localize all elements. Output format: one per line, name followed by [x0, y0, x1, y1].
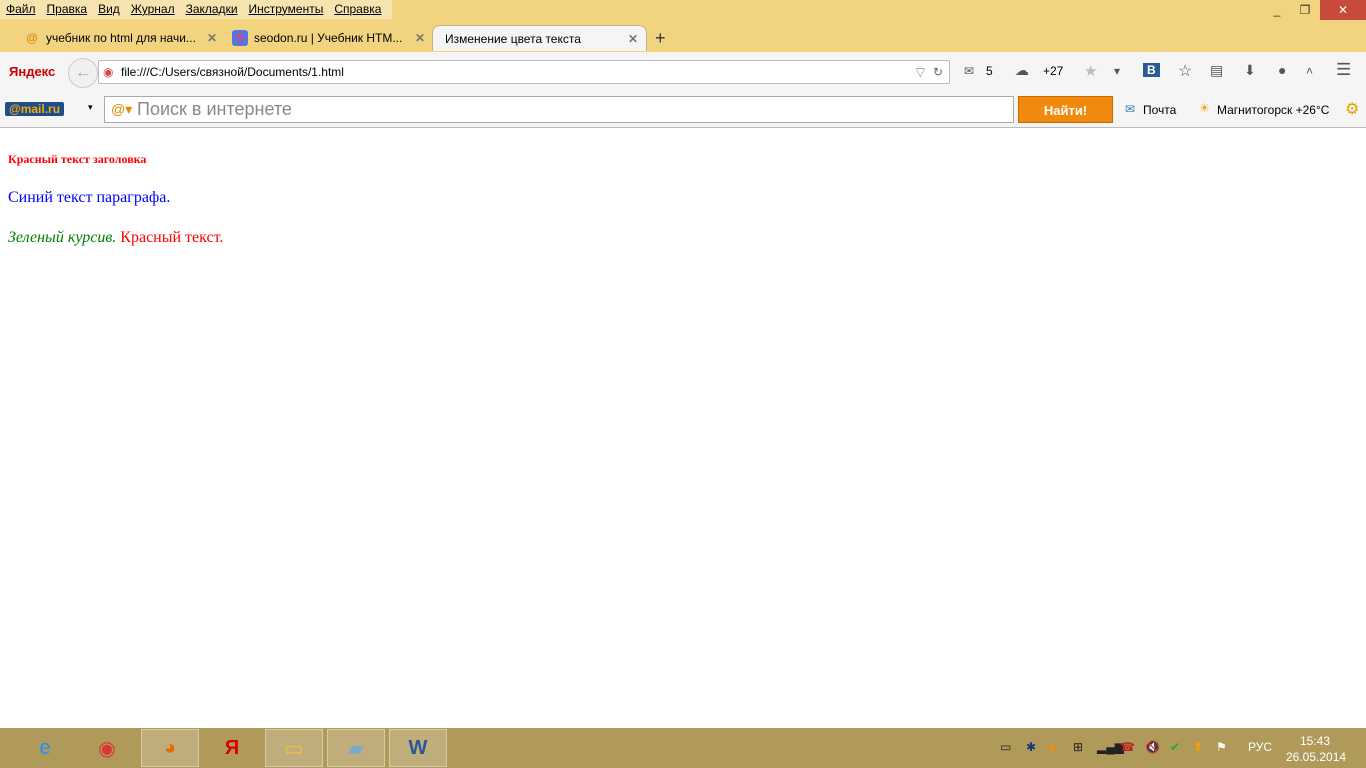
weather-temp: +27	[1043, 64, 1064, 78]
menu-history[interactable]: Журнал	[131, 0, 175, 19]
settings-gear-icon[interactable]: ⚙	[1345, 99, 1359, 119]
tab-title: учебник по html для начи...	[46, 31, 196, 45]
chrome-icon[interactable]: ◉	[78, 729, 136, 767]
dropdown-icon[interactable]: ▾	[1114, 64, 1120, 78]
word-icon[interactable]: W	[389, 729, 447, 767]
envelope-icon[interactable]: ✉	[1125, 102, 1135, 116]
notepad-icon[interactable]: ▰	[327, 729, 385, 767]
flag-icon[interactable]: ⚑	[1216, 740, 1227, 754]
power-icon[interactable]: ✔	[1170, 740, 1180, 754]
red-text: Красный текст.	[120, 229, 224, 246]
weather-sun-icon[interactable]: ☀	[1199, 101, 1210, 115]
close-tab-icon[interactable]: ✕	[628, 32, 646, 46]
clock-time[interactable]: 15:43	[1300, 734, 1330, 748]
volume-muted-icon[interactable]: 🔇	[1145, 740, 1160, 754]
update-icon[interactable]: ⬆	[1193, 740, 1203, 754]
firefox-icon[interactable]: ◕	[141, 729, 199, 767]
title-bar: Файл Правка Вид Журнал Закладки Инструме…	[0, 0, 1366, 52]
yandex-browser-icon[interactable]: Я	[203, 729, 261, 767]
restore-button[interactable]: ❐	[1290, 0, 1320, 20]
weather-link[interactable]: Магнитогорск +26°C	[1217, 103, 1329, 117]
tab-1[interactable]: @ учебник по html для начи... ✕	[20, 25, 225, 51]
page-heading: Красный текст заголовка	[8, 152, 147, 166]
new-tab-button[interactable]: +	[655, 25, 666, 51]
bookmarks-list-icon[interactable]: ▤	[1210, 62, 1223, 79]
reload-icon[interactable]: ↻	[933, 65, 943, 79]
yandex-logo[interactable]: Яндекс	[9, 64, 55, 79]
mail-search-icon: @	[26, 31, 38, 45]
action-center-icon[interactable]: ▭	[1000, 740, 1011, 754]
mail-count: 5	[986, 64, 993, 78]
ie-icon[interactable]: e	[16, 729, 74, 767]
mailru-dropdown-icon[interactable]: ▾	[88, 102, 93, 113]
find-button[interactable]: Найти!	[1018, 96, 1113, 123]
overflow-icon[interactable]: ˄	[1306, 64, 1313, 78]
tab-2[interactable]: S seodon.ru | Учебник HTM... ✕	[228, 25, 433, 51]
menu-edit[interactable]: Правка	[47, 0, 88, 19]
url-dropdown-icon[interactable]: ▽	[916, 65, 925, 79]
menu-help[interactable]: Справка	[334, 0, 381, 19]
addon-icon[interactable]: ●	[1278, 62, 1286, 78]
minimize-button[interactable]: _	[1262, 0, 1292, 20]
page-content: Красный текст заголовка Синий текст пара…	[8, 128, 223, 247]
mailru-toolbar: @mail.ru ▾ @▾ Поиск в интернете Найти! ✉…	[0, 92, 1366, 128]
download-icon[interactable]: ⬇	[1244, 62, 1256, 79]
avast-icon[interactable]: ●	[1049, 740, 1056, 754]
url-bar[interactable]: ◉ file:///C:/Users/связной/Documents/1.h…	[98, 60, 950, 84]
close-tab-icon[interactable]: ✕	[415, 31, 433, 45]
language-indicator[interactable]: РУС	[1248, 740, 1272, 754]
green-italic-text: Зеленый курсив.	[8, 229, 117, 246]
close-button[interactable]: ✕	[1320, 0, 1366, 20]
search-placeholder: Поиск в интернете	[137, 99, 292, 119]
mail-link[interactable]: Почта	[1143, 103, 1176, 117]
menu-bookmarks[interactable]: Закладки	[186, 0, 238, 19]
mail-icon[interactable]: ✉	[964, 64, 974, 78]
tab-title: seodon.ru | Учебник HTM...	[254, 31, 403, 45]
menu-view[interactable]: Вид	[98, 0, 120, 19]
tab-title: Изменение цвета текста	[445, 31, 581, 46]
search-icon: @▾	[111, 101, 133, 117]
blue-paragraph: Синий текст параграфа.	[8, 189, 171, 206]
close-tab-icon[interactable]: ✕	[207, 31, 225, 45]
menu-bar: Файл Правка Вид Журнал Закладки Инструме…	[0, 0, 393, 19]
back-button[interactable]: ←	[68, 58, 98, 88]
vk-icon[interactable]: В	[1143, 63, 1160, 77]
star-icon[interactable]: ★	[1084, 62, 1097, 80]
bookmark-star-icon[interactable]: ☆	[1178, 61, 1192, 81]
bluetooth-icon[interactable]: ✱	[1026, 740, 1036, 754]
clock-date[interactable]: 26.05.2014	[1286, 750, 1346, 764]
mailru-logo[interactable]: @mail.ru	[5, 102, 65, 116]
site-identity-icon[interactable]: ◉	[103, 65, 113, 79]
menu-tools[interactable]: Инструменты	[249, 0, 324, 19]
file-explorer-icon[interactable]: ▭	[265, 729, 323, 767]
seodon-icon: S	[232, 30, 248, 46]
menu-file[interactable]: Файл	[6, 0, 36, 19]
search-input[interactable]: @▾ Поиск в интернете	[104, 96, 1014, 123]
taskbar: e ◉ ◕ Я ▭ ▰ W ▭ ✱ ● ⊞ ▂▄▆ ☎ 🔇 ✔ ⬆ ⚑ РУС …	[0, 728, 1366, 768]
network-adapter-icon[interactable]: ⊞	[1073, 740, 1083, 754]
phone-icon[interactable]: ☎	[1120, 740, 1135, 754]
navigation-bar: Яндекс ← ◉ file:///C:/Users/связной/Docu…	[0, 52, 1366, 92]
weather-icon[interactable]: ☁	[1015, 62, 1029, 79]
menu-icon[interactable]: ☰	[1336, 60, 1351, 80]
url-text[interactable]: file:///C:/Users/связной/Documents/1.htm…	[121, 65, 344, 79]
tab-3-active[interactable]: Изменение цвета текста ✕	[432, 25, 647, 51]
